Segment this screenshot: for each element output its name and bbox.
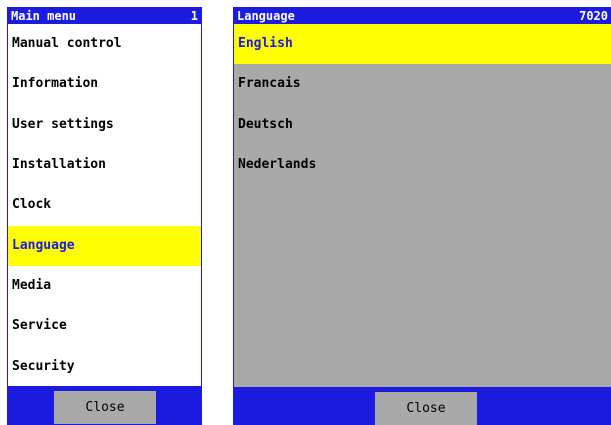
- menu-item-information[interactable]: Information: [8, 64, 201, 104]
- menu-item-manual-control[interactable]: Manual control: [8, 24, 201, 64]
- menu-item-service[interactable]: Service: [8, 306, 201, 346]
- main-menu-title-bar: Main menu 1: [8, 8, 201, 24]
- main-menu-code: 1: [190, 9, 198, 23]
- menu-item-media[interactable]: Media: [8, 266, 201, 306]
- language-option-english[interactable]: English: [234, 24, 611, 65]
- main-menu-panel: Main menu 1 Manual control Information U…: [7, 7, 202, 425]
- main-menu-footer: Close: [8, 386, 201, 424]
- language-option-label: English: [238, 36, 293, 51]
- menu-item-user-settings[interactable]: User settings: [8, 105, 201, 145]
- language-title: Language: [237, 9, 295, 23]
- main-menu-list: Manual control Information User settings…: [8, 24, 201, 386]
- main-menu-title: Main menu: [11, 9, 77, 23]
- menu-item-clock[interactable]: Clock: [8, 185, 201, 225]
- main-menu-close-button[interactable]: Close: [54, 391, 156, 424]
- language-option-label: Francais: [238, 76, 301, 92]
- language-option-label: Deutsch: [238, 116, 293, 132]
- menu-item-label: Information: [12, 76, 99, 92]
- menu-item-installation[interactable]: Installation: [8, 145, 201, 185]
- menu-item-label: Installation: [12, 156, 106, 172]
- language-option-label: Nederlands: [238, 156, 317, 172]
- menu-item-security[interactable]: Security: [8, 347, 201, 387]
- language-title-bar: Language 7020: [234, 8, 611, 24]
- menu-item-label: Security: [12, 358, 75, 374]
- menu-item-label: User settings: [12, 116, 114, 132]
- menu-item-label: Manual control: [12, 36, 122, 51]
- menu-item-label: Language: [12, 237, 75, 253]
- menu-item-label: Media: [12, 277, 52, 293]
- language-code: 7020: [579, 9, 608, 23]
- language-footer: Close: [234, 387, 611, 425]
- language-option-nederlands[interactable]: Nederlands: [234, 145, 611, 185]
- menu-item-label: Service: [12, 318, 67, 334]
- menu-item-language[interactable]: Language: [8, 225, 201, 266]
- language-option-deutsch[interactable]: Deutsch: [234, 105, 611, 145]
- language-close-button[interactable]: Close: [375, 392, 477, 425]
- language-panel: Language 7020 English Francais Deutsch N…: [233, 7, 611, 425]
- menu-item-label: Clock: [12, 197, 52, 213]
- language-option-francais[interactable]: Francais: [234, 64, 611, 104]
- language-list: English Francais Deutsch Nederlands: [234, 24, 611, 387]
